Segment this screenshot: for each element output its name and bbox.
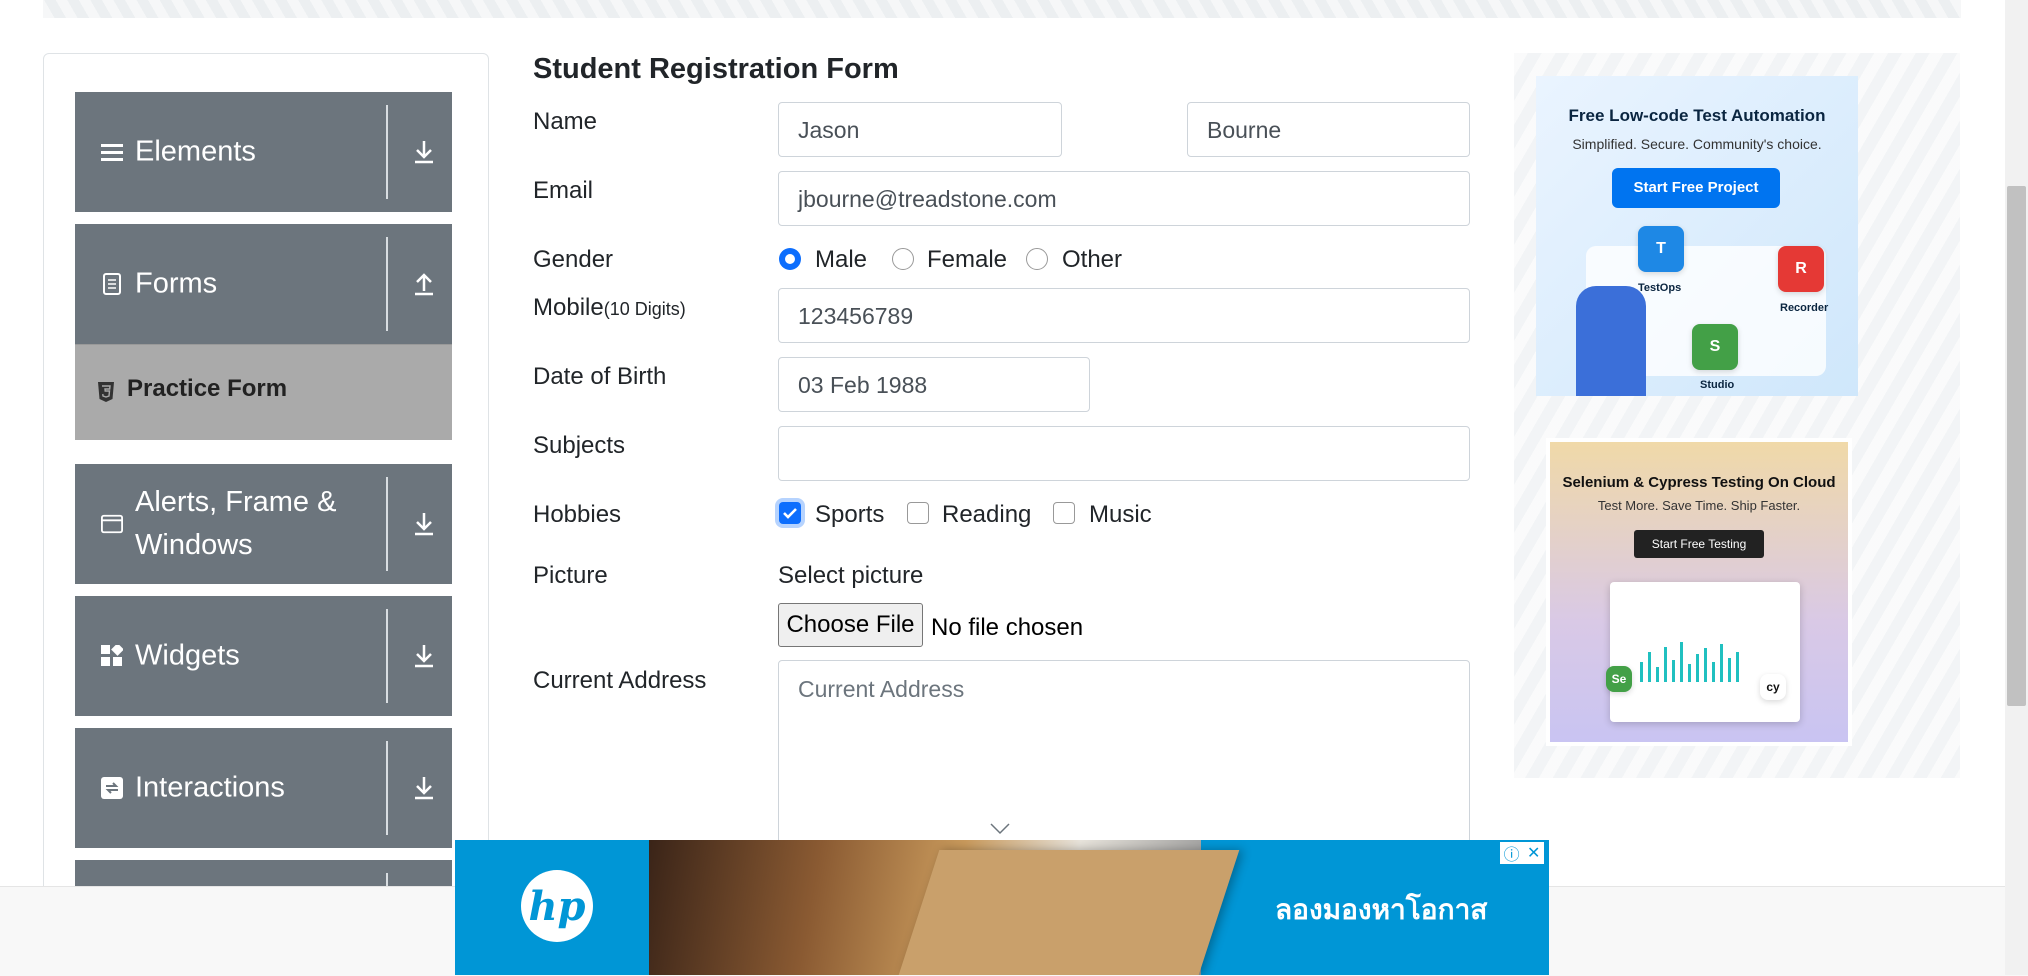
html5-icon: [98, 382, 114, 407]
tile-label: Studio: [1700, 379, 1735, 391]
hobby-reading-checkbox[interactable]: [907, 502, 929, 524]
sidebar-group-elements[interactable]: Elements: [75, 92, 452, 212]
cypress-icon: cy: [1760, 674, 1786, 700]
testops-icon: T: [1638, 226, 1684, 272]
gender-male-label[interactable]: Male: [815, 246, 867, 274]
download-icon[interactable]: [411, 510, 437, 538]
sidebar-group-widgets[interactable]: Widgets: [75, 596, 452, 716]
close-icon[interactable]: ✕: [1527, 843, 1540, 863]
ad-subtitle: Test More. Save Time. Ship Faster.: [1597, 498, 1801, 513]
upload-icon[interactable]: [411, 270, 437, 298]
gender-male-radio[interactable]: [779, 248, 801, 270]
studio-icon: S: [1692, 324, 1738, 370]
selenium-icon: Se: [1606, 666, 1632, 692]
subjects-label: Subjects: [533, 432, 626, 459]
scrollbar-thumb[interactable]: [2007, 186, 2026, 706]
document-icon: [101, 273, 123, 295]
lambdatest-ad[interactable]: Selenium & Cypress Testing On Cloud Test…: [1546, 438, 1852, 746]
address-label: Current Address: [533, 667, 707, 694]
mobile-label-text: Mobile: [533, 294, 604, 321]
notebook-image: [898, 850, 1240, 975]
download-icon[interactable]: [411, 642, 437, 670]
gender-other-radio[interactable]: [1026, 248, 1048, 270]
sidebar-group-label: Widgets: [135, 639, 240, 672]
interactions-icon: [101, 777, 123, 799]
start-free-testing-button[interactable]: Start Free Testing: [1634, 530, 1764, 558]
ad-photo: [649, 840, 1240, 975]
mobile-hint: (10 Digits): [603, 299, 686, 319]
ad-title: Free Low-code Test Automation: [1568, 106, 1826, 125]
hobby-music-label[interactable]: Music: [1089, 501, 1152, 529]
widgets-icon: [101, 645, 123, 667]
choose-file-button[interactable]: Choose File: [778, 603, 923, 647]
name-label: Name: [533, 108, 598, 135]
hobbies-label: Hobbies: [533, 501, 622, 528]
bar-chart-icon: [1640, 642, 1739, 682]
divider: [386, 237, 388, 331]
robot-icon: [1576, 286, 1646, 396]
hobby-music-checkbox[interactable]: [1053, 502, 1075, 524]
hobby-reading-label[interactable]: Reading: [942, 501, 1031, 529]
sidebar-group-forms[interactable]: Forms: [75, 224, 452, 344]
divider: [386, 741, 388, 835]
dob-label: Date of Birth: [533, 363, 667, 390]
hobby-sports-label[interactable]: Sports: [815, 501, 884, 529]
sidebar-group-label: Interactions: [135, 771, 285, 804]
gender-female-label[interactable]: Female: [927, 246, 1007, 274]
divider: [386, 477, 388, 571]
top-banner-strip: [43, 0, 1961, 18]
hp-logo: hp: [521, 870, 593, 942]
mobile-input[interactable]: 123456789: [778, 288, 1470, 343]
hamburger-icon: [101, 141, 123, 163]
sidebar-group-alerts[interactable]: Alerts, Frame & Windows: [75, 464, 452, 584]
recorder-icon: R: [1778, 246, 1824, 292]
gender-female-radio[interactable]: [892, 248, 914, 270]
address-placeholder: Current Address: [798, 676, 965, 702]
katalon-ad[interactable]: Free Low-code Test Automation Simplified…: [1536, 76, 1858, 396]
ad-controls: ⓘ ✕: [1500, 842, 1544, 864]
email-input[interactable]: jbourne@treadstone.com: [778, 171, 1470, 226]
tile-label: Recorder: [1780, 302, 1829, 314]
window-icon: [101, 513, 123, 535]
hobby-sports-checkbox[interactable]: [779, 502, 801, 524]
ad-text: ลองมองหาโอกาส: [1275, 894, 1488, 925]
page-title: Student Registration Form: [533, 53, 899, 85]
chevron-down-icon: [990, 822, 1010, 840]
mobile-label: Mobile(10 Digits): [533, 294, 686, 322]
no-file-text: No file chosen: [931, 614, 1084, 641]
dob-input[interactable]: 03 Feb 1988: [778, 357, 1090, 412]
sidebar-group-interactions[interactable]: Interactions: [75, 728, 452, 848]
sidebar-group-label: Alerts, Frame & Windows: [135, 486, 337, 561]
divider: [386, 105, 388, 199]
sidebar-group-label: Forms: [135, 267, 218, 300]
sidebar-item-label: Practice Form: [127, 375, 288, 402]
divider: [386, 609, 388, 703]
ad-title: Selenium & Cypress Testing On Cloud: [1562, 474, 1836, 491]
hp-banner-ad[interactable]: hp ลองมองหาโอกาส: [455, 840, 1549, 975]
start-free-project-button[interactable]: Start Free Project: [1612, 168, 1780, 208]
info-icon[interactable]: ⓘ: [1504, 841, 1520, 865]
picture-label: Picture: [533, 562, 608, 589]
download-icon[interactable]: [411, 774, 437, 802]
subjects-input[interactable]: [778, 426, 1470, 481]
dashboard-illustration: [1610, 582, 1800, 722]
current-address-textarea[interactable]: Current Address: [778, 660, 1470, 860]
last-name-input[interactable]: Bourne: [1187, 102, 1470, 157]
ad-subtitle: Simplified. Secure. Community's choice.: [1572, 136, 1822, 152]
sidebar: Elements Forms Practice Form Alerts, Fra…: [43, 53, 489, 925]
gender-other-label[interactable]: Other: [1062, 246, 1122, 274]
sidebar-group-label: Elements: [135, 135, 256, 168]
sidebar-item-practice-form[interactable]: Practice Form: [75, 344, 452, 440]
download-icon[interactable]: [411, 138, 437, 166]
first-name-input[interactable]: Jason: [778, 102, 1062, 157]
checkmark-icon: [783, 508, 797, 519]
gender-label: Gender: [533, 246, 614, 273]
tile-label: TestOps: [1638, 282, 1682, 294]
select-picture-label: Select picture: [778, 562, 924, 589]
email-label: Email: [533, 177, 594, 204]
